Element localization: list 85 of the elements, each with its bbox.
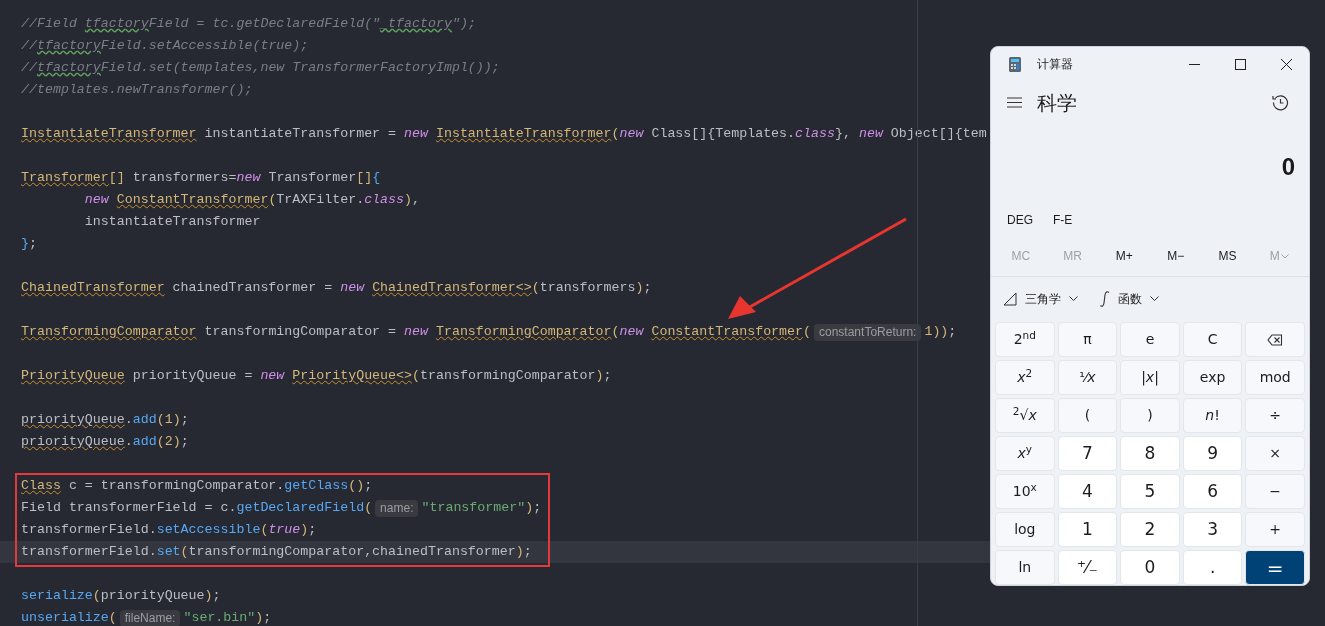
calculator-key[interactable]: $^{2}$√x: [995, 398, 1055, 433]
calculator-key[interactable]: ln: [995, 550, 1055, 585]
code-text: transformerField.set(transformingComparator,chainedTransformer);: [21, 543, 532, 562]
code-text: Transformer[] transformers=new Transformer[]{: [21, 169, 381, 188]
code-text: unserialize(: [21, 609, 117, 626]
chevron-down-icon: [1280, 253, 1289, 259]
calculator-key[interactable]: =: [1245, 550, 1305, 585]
code-text: ChainedTransformer chainedTransformer = new ChainedTransformer<>(transformers);: [21, 279, 652, 298]
display-value: 0: [1281, 151, 1295, 182]
code-text: "transformer");: [421, 499, 542, 518]
calculator-key[interactable]: mod: [1245, 360, 1305, 395]
calculator-key[interactable]: −: [1245, 474, 1305, 509]
calculator-key[interactable]: n!: [1182, 398, 1243, 433]
code-text: };: [21, 235, 37, 254]
calculator-key[interactable]: 10$^{x}$: [995, 474, 1055, 509]
menu-icon: [1007, 97, 1022, 109]
calculator-key[interactable]: π: [1057, 322, 1118, 357]
calculator-key[interactable]: x$^{y}$: [995, 436, 1055, 471]
window-title: 计算器: [1037, 56, 1073, 73]
chevron-down-icon: [1150, 296, 1159, 302]
backspace-icon: [1267, 333, 1284, 346]
calculator-key[interactable]: e: [1120, 322, 1180, 357]
memory-button[interactable]: MS: [1201, 247, 1254, 266]
backspace-button[interactable]: [1245, 322, 1305, 357]
mode-title: 科学: [1037, 90, 1077, 116]
calculator-key[interactable]: ¹⁄x: [1057, 360, 1118, 395]
code-text: 1));: [924, 323, 957, 342]
setting-button[interactable]: F-E: [1049, 211, 1077, 230]
calculator-key[interactable]: |x|: [1120, 360, 1180, 395]
memory-button[interactable]: M+: [1098, 247, 1150, 266]
calculator-key[interactable]: 5: [1120, 474, 1180, 509]
calculator-icon: [1009, 56, 1021, 72]
code-text: new ConstantTransformer(TrAXFilter.class),: [83, 191, 420, 210]
code-text: //Field tfactoryField = tc.getDeclaredField("_tfactory");: [21, 15, 476, 34]
memory-button[interactable]: M−: [1150, 247, 1202, 266]
calculator-key[interactable]: 8: [1120, 436, 1180, 471]
calculator-key[interactable]: (: [1057, 398, 1118, 433]
calculator-key[interactable]: 2: [1120, 512, 1180, 547]
maximize-icon: [1234, 58, 1246, 70]
calculator-key[interactable]: 0: [1120, 550, 1180, 585]
setting-button[interactable]: DEG: [1003, 211, 1037, 230]
chevron-down-icon: [1069, 296, 1078, 302]
close-icon: [1280, 58, 1292, 70]
code-text: "ser.bin");: [183, 609, 272, 626]
calculator-key[interactable]: x$^{2}$: [995, 360, 1055, 395]
history-icon: [1272, 94, 1289, 112]
code-text: //templates.newTransformer();: [21, 81, 253, 100]
calculator-key[interactable]: 3: [1182, 512, 1243, 547]
calculator-key[interactable]: 7: [1057, 436, 1118, 471]
code-text: instantiateTransformer: [83, 213, 261, 232]
code-text: transformerField.setAccessible(true);: [21, 521, 317, 540]
parameter-hint: fileName:: [119, 609, 181, 626]
function-icon: [1100, 290, 1110, 307]
calculator-key[interactable]: 2$^{nd}$: [995, 322, 1055, 357]
calculator-key[interactable]: C: [1182, 322, 1243, 357]
calculator-key[interactable]: .: [1182, 550, 1243, 585]
calculator-key[interactable]: 1: [1057, 512, 1118, 547]
code-text: priorityQueue.add(2);: [21, 433, 189, 452]
minimize-icon: [1188, 63, 1200, 65]
code-text: InstantiateTransformer instantiateTransformer = new InstantiateTransformer(new Class[]{Templates.class}, new Object[]{tem: [21, 125, 987, 144]
calculator-key[interactable]: ÷: [1245, 398, 1305, 433]
calculator-key[interactable]: ): [1120, 398, 1180, 433]
calculator-key[interactable]: 6: [1182, 474, 1243, 509]
calculator-key[interactable]: +: [1245, 512, 1305, 547]
calculator-key[interactable]: exp: [1182, 360, 1243, 395]
calculator-key[interactable]: log: [995, 512, 1055, 547]
code-text: //tfactoryField.setAccessible(true);: [21, 37, 309, 56]
triangle-icon: [1003, 291, 1017, 306]
history-button[interactable]: [1272, 94, 1289, 112]
code-text: PriorityQueue priorityQueue = new PriorityQueue<>(transformingComparator);: [21, 367, 612, 386]
calculator-key[interactable]: ×: [1245, 436, 1305, 471]
code-text: priorityQueue.add(1);: [21, 411, 189, 430]
menu-button[interactable]: [1007, 95, 1023, 110]
calculator-key[interactable]: 4: [1057, 474, 1118, 509]
parameter-hint: name:: [375, 499, 419, 517]
code-text: serialize(priorityQueue);: [21, 587, 221, 606]
code-text: Field transformerField = c.getDeclaredField(: [21, 499, 373, 518]
code-text: Class c = transformingComparator.getClass();: [21, 477, 373, 496]
calculator-key[interactable]: 9: [1182, 436, 1243, 471]
dropdown-button[interactable]: 函数: [1100, 289, 1159, 308]
calculator-key[interactable]: ⁺⁄₋: [1057, 550, 1118, 585]
parameter-hint: constantToReturn:: [814, 323, 922, 341]
code-text: TransformingComparator transformingComparator = new TransformingComparator(new ConstantTransformer(: [21, 323, 811, 342]
code-text: //tfactoryField.set(templates,new TransformerFactoryImpl());: [21, 59, 500, 78]
dropdown-button[interactable]: 三角学: [1003, 289, 1078, 308]
